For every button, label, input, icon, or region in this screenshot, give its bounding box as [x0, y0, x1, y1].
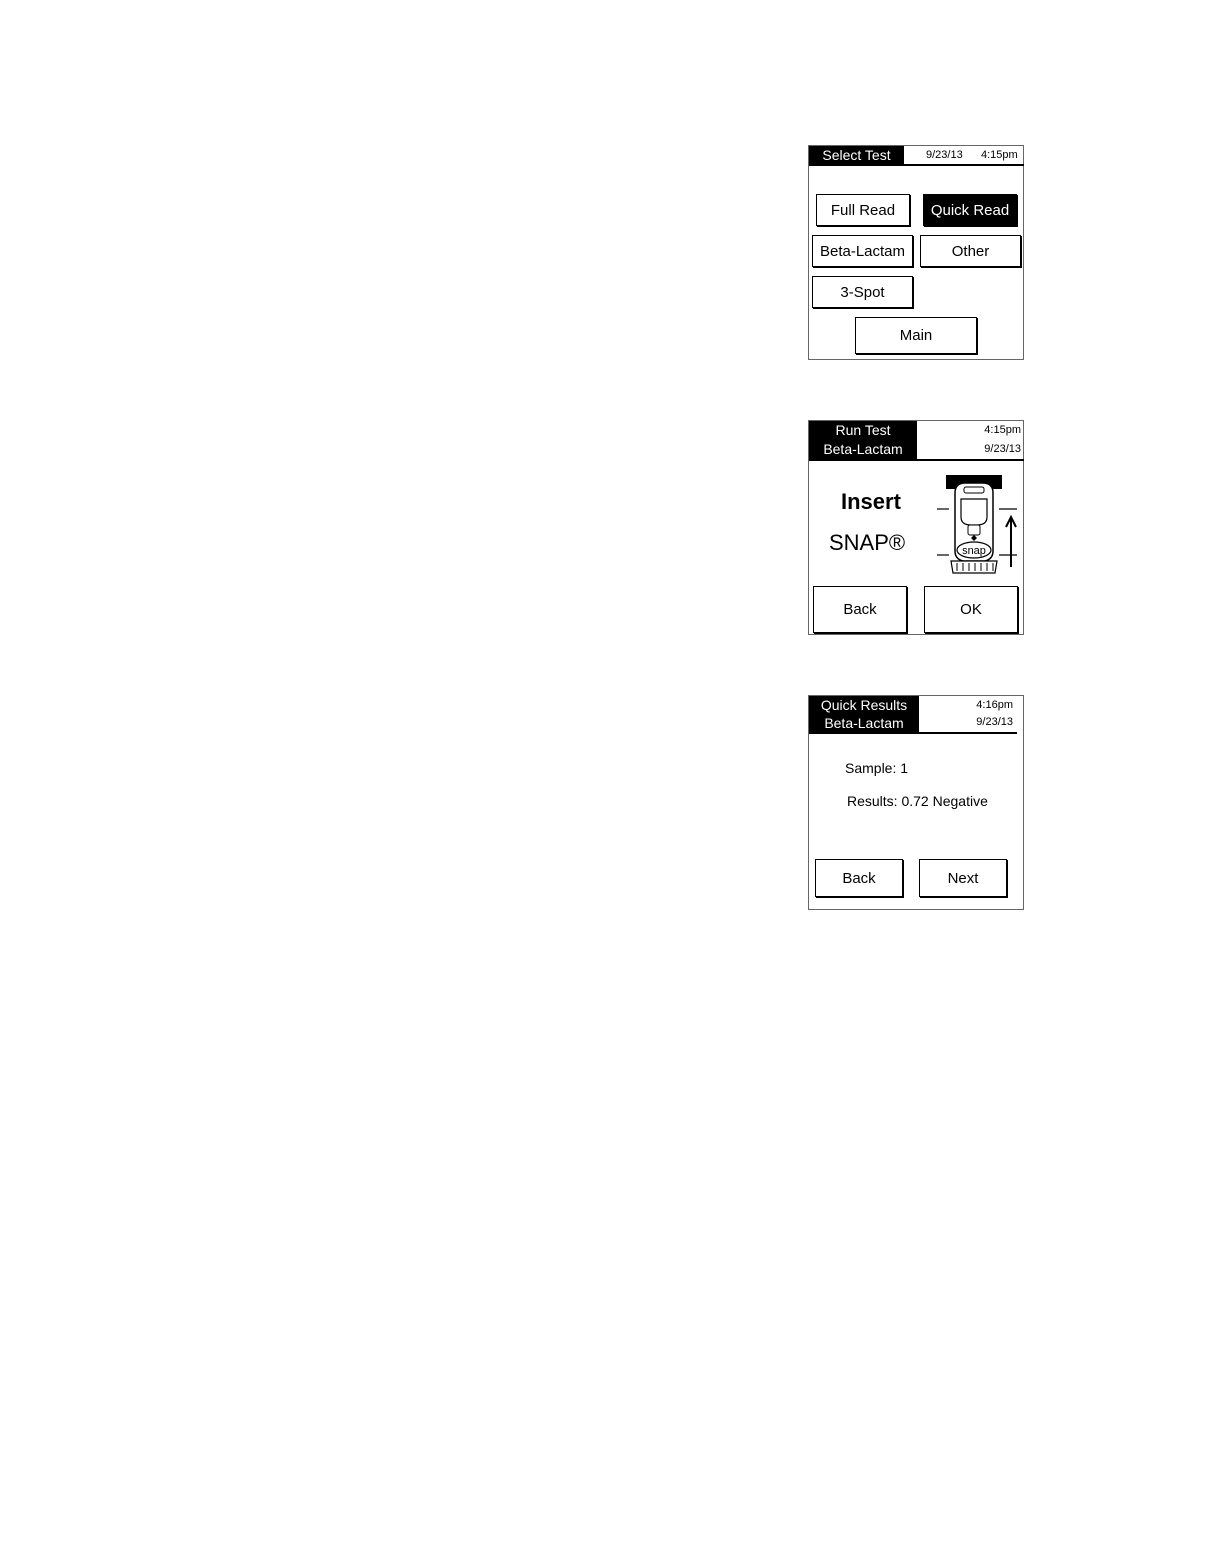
next-button[interactable]: Next — [919, 859, 1007, 897]
full-read-button[interactable]: Full Read — [816, 194, 910, 226]
title-divider — [809, 164, 1024, 166]
select-test-screen: Select Test 9/23/13 4:15pm Full Read Qui… — [808, 145, 1024, 360]
back-button[interactable]: Back — [813, 586, 907, 633]
time-label: 4:15pm — [984, 424, 1021, 436]
other-button[interactable]: Other — [920, 235, 1021, 267]
quick-read-button[interactable]: Quick Read — [923, 194, 1017, 226]
date-label: 9/23/13 — [926, 149, 963, 161]
title-divider — [809, 732, 1017, 734]
screen-title: Select Test — [809, 146, 904, 165]
time-label: 4:15pm — [981, 149, 1018, 161]
main-button[interactable]: Main — [855, 317, 977, 354]
ok-button[interactable]: OK — [924, 586, 1018, 633]
three-spot-button[interactable]: 3-Spot — [812, 276, 913, 308]
instruction-snap: SNAP® — [829, 530, 906, 555]
beta-lactam-button[interactable]: Beta-Lactam — [812, 235, 913, 267]
snap-device-insert-icon: snap — [937, 475, 1017, 574]
date-label: 9/23/13 — [976, 716, 1013, 728]
instruction-insert: Insert — [841, 489, 901, 514]
screen-title: Run Test Beta-Lactam — [809, 421, 917, 460]
title-line-1: Run Test — [835, 422, 891, 438]
sample-label: Sample: 1 — [845, 760, 909, 776]
back-button[interactable]: Back — [815, 859, 903, 897]
device-label: snap — [962, 545, 986, 557]
title-line-2: Beta-Lactam — [824, 715, 904, 731]
time-label: 4:16pm — [976, 699, 1013, 711]
results-label: Results: 0.72 Negative — [847, 793, 988, 809]
title-line-2: Beta-Lactam — [823, 441, 903, 457]
quick-results-screen: Quick Results Beta-Lactam 4:16pm 9/23/13… — [808, 695, 1024, 910]
screen-title: Quick Results Beta-Lactam — [809, 696, 919, 733]
run-test-screen: Run Test Beta-Lactam 4:15pm 9/23/13 Inse… — [808, 420, 1024, 635]
date-label: 9/23/13 — [984, 443, 1021, 455]
title-line-1: Quick Results — [820, 697, 908, 713]
title-divider — [809, 459, 1024, 461]
